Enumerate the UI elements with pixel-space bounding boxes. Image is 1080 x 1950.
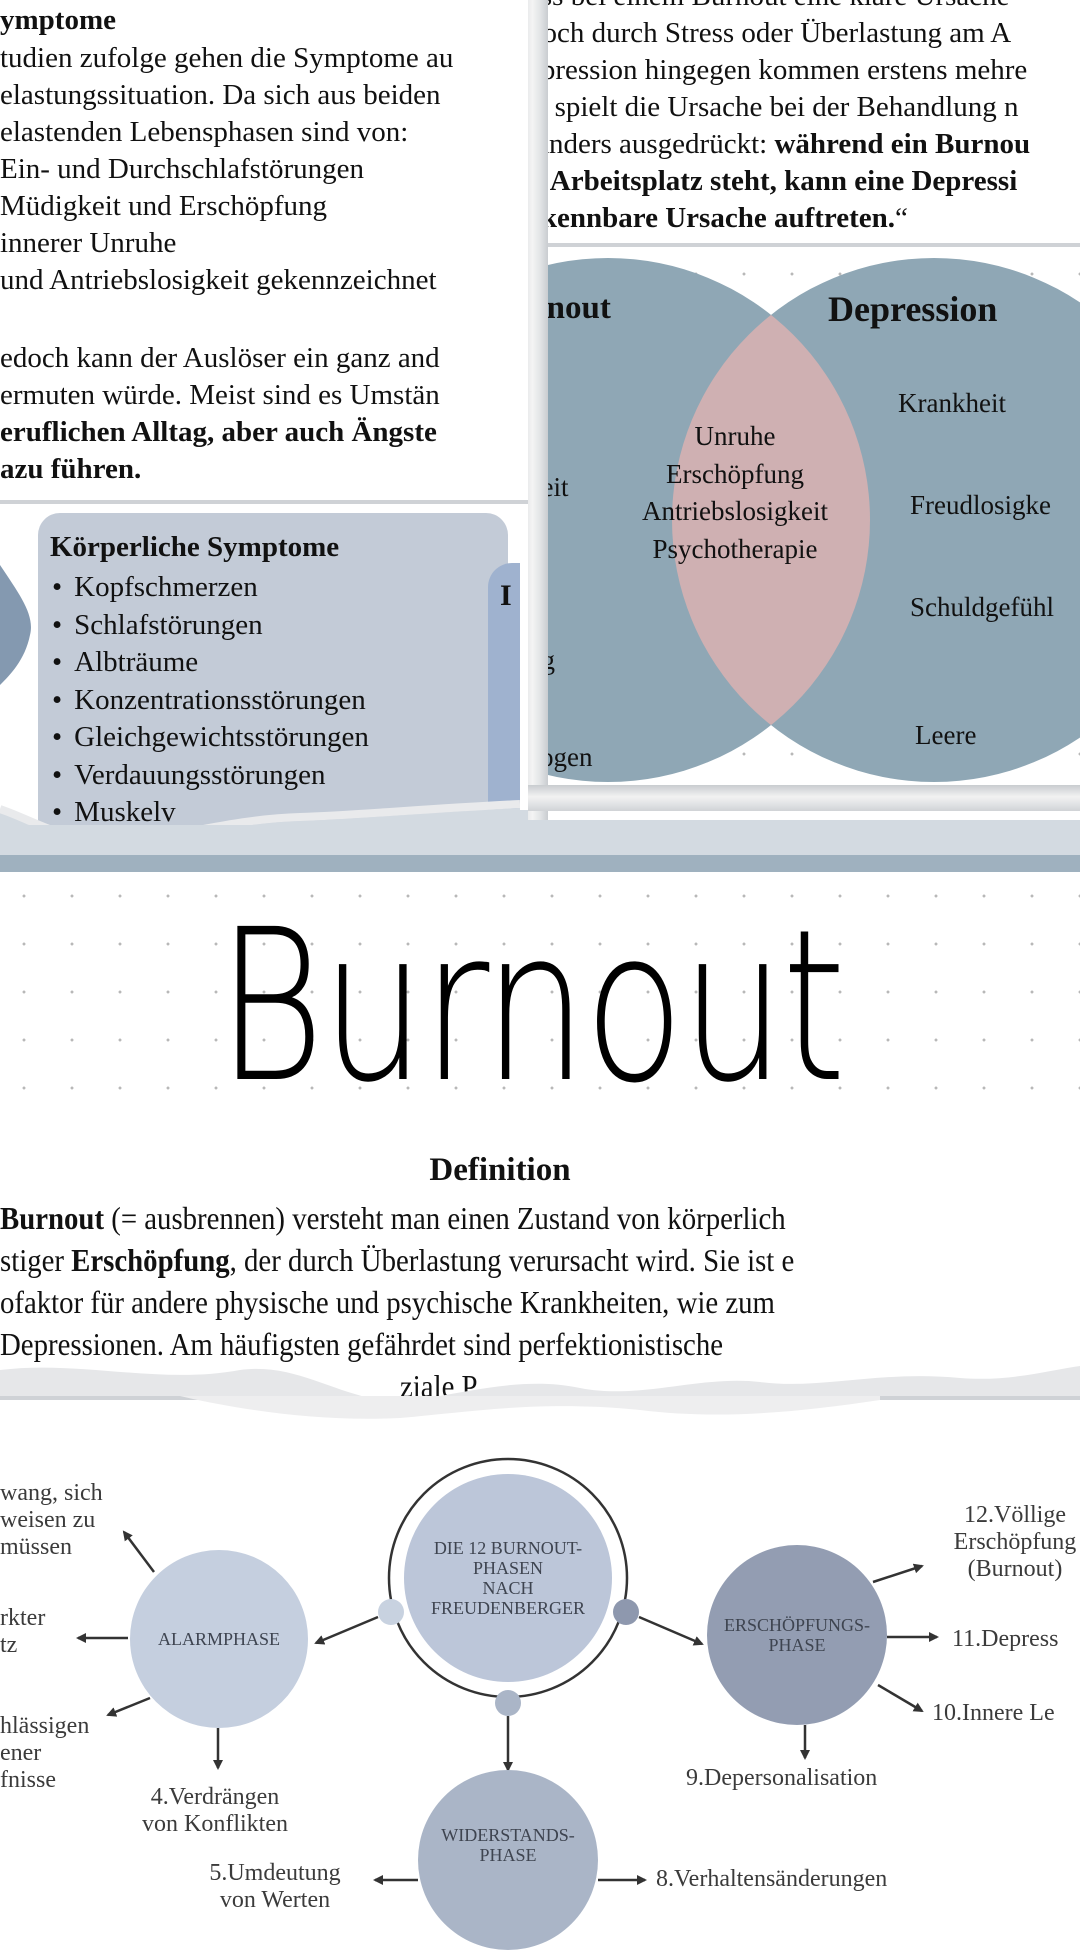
symptoms-text-page: ymptome tudien zufolge gehen die Symptom… — [0, 0, 540, 505]
alarm-phase-node: ALARMPHASE — [130, 1550, 308, 1728]
text-line: edoch kann der Auslöser ein ganz and — [0, 342, 440, 374]
torn-edge-bottom — [528, 785, 1080, 811]
text-line: ermuten würde. Meist sind es Umstän — [0, 379, 440, 411]
phase-label: 8.Verhaltensänderungen — [656, 1866, 888, 1892]
text-line: und Antriebslosigkeit gekennzeichnet — [0, 264, 437, 296]
list-item: Schlafstörungen — [52, 607, 369, 645]
card-title: Körperliche Symptome — [50, 531, 340, 563]
text-line: Müdigkeit und Erschöpfung — [0, 190, 328, 222]
arrow-exhaust-12 — [872, 1563, 924, 1584]
phase-label: 4.Verdrängen von Konflikten — [142, 1784, 288, 1837]
arrow-to-exhaustion — [638, 1615, 704, 1646]
page-title: Burnout — [217, 884, 846, 1129]
venn-overlap-item: Erschöpfung — [666, 458, 804, 489]
arrow-alarm-1 — [122, 1530, 155, 1573]
phase-label: 9.Depersonalisation — [686, 1765, 878, 1791]
text-line-bold: eruflichen Alltag, aber auch Ängste — [0, 416, 437, 448]
exhaustion-phase-label: ERSCHÖPFUNGS- PHASE — [723, 1615, 871, 1655]
connector-dot — [495, 1690, 521, 1716]
phase-label: wang, sich weisen zu müssen — [0, 1480, 103, 1560]
arrow-to-alarm — [314, 1615, 379, 1645]
center-node: DIE 12 BURNOUT- PHASEN NACH FREUDENBERGE… — [404, 1474, 612, 1682]
venn-overlap-item: Unruhe — [694, 421, 776, 451]
phase-label: 10.Innere Le — [932, 1700, 1055, 1726]
text-line: innerer Unruhe — [0, 227, 177, 259]
torn-edge — [0, 800, 520, 825]
comparison-page: ass bei einem Burnout eine klare Ursache… — [528, 0, 1080, 820]
text-line: elastungssituation. Da sich aus beiden — [0, 79, 441, 111]
venn-overlap-item: Psychotherapie — [652, 533, 818, 564]
symptom-card-area: Körperliche Symptome Kopfschmerzen Schla… — [0, 505, 520, 825]
list-item: Gleichgewichtsstörungen — [52, 719, 369, 757]
phase-label: 11.Depress — [952, 1626, 1059, 1652]
text-line: elastenden Lebensphasen sind von: — [0, 116, 409, 148]
symptoms-paragraph: tudien zufolge gehen die Symptome au ela… — [0, 40, 453, 299]
arrow-alarm-3 — [106, 1696, 151, 1717]
venn-right-item: Schuldgefühl — [910, 592, 1054, 622]
venn-right-item: Freudlosigke — [910, 490, 1051, 520]
symptoms-heading: ymptome — [0, 4, 116, 36]
exhaustion-phase-node: ERSCHÖPFUNGS- PHASE — [707, 1545, 887, 1725]
phase-label: 5.Umdeutung von Werten — [209, 1860, 341, 1913]
trigger-paragraph: edoch kann der Auslöser ein ganz and erm… — [0, 340, 440, 488]
venn-overlap: Unruhe Erschöpfung Antriebslosigkeit Psy… — [620, 418, 850, 568]
venn-right-title: Depression — [828, 289, 998, 329]
phase-label: rkter tz — [0, 1605, 46, 1658]
text-line: tudien zufolge gehen die Symptome au — [0, 42, 454, 74]
venn-right-item: Leere — [915, 720, 977, 750]
connector-dot — [378, 1599, 404, 1625]
alarm-phase-label: ALARMPHASE — [157, 1629, 281, 1649]
center-node-label: DIE 12 BURNOUT- PHASEN NACH FREUDENBERGE… — [430, 1538, 585, 1618]
second-card-initial: I — [500, 579, 512, 612]
list-item: Konzentrationsstörungen — [52, 682, 369, 720]
list-item: Kopfschmerzen — [52, 569, 369, 607]
venn-overlap-item: Antriebslosigkeit — [642, 496, 828, 526]
dark-band — [0, 855, 1080, 872]
text-line: Ein- und Durchschlafstörungen — [0, 153, 365, 185]
torn-edge-left — [528, 0, 548, 820]
phase-label: 12.Völlige Erschöpfung (Burnout) — [953, 1502, 1077, 1582]
resistance-phase-node: WIDERSTANDS- PHASE — [418, 1770, 598, 1950]
text-line-bold: azu führen. — [0, 453, 142, 485]
venn-right-item: Krankheit — [898, 388, 1006, 418]
phase-label: hlässigen ener fnisse — [0, 1713, 90, 1793]
arrow-exhaust-10 — [877, 1683, 924, 1713]
resistance-phase-label: WIDERSTANDS- PHASE — [441, 1825, 575, 1865]
list-item: Albträume — [52, 644, 369, 682]
title-area: Burnout — [0, 872, 1080, 1132]
divider — [0, 500, 540, 504]
connector-dot — [613, 1599, 639, 1625]
